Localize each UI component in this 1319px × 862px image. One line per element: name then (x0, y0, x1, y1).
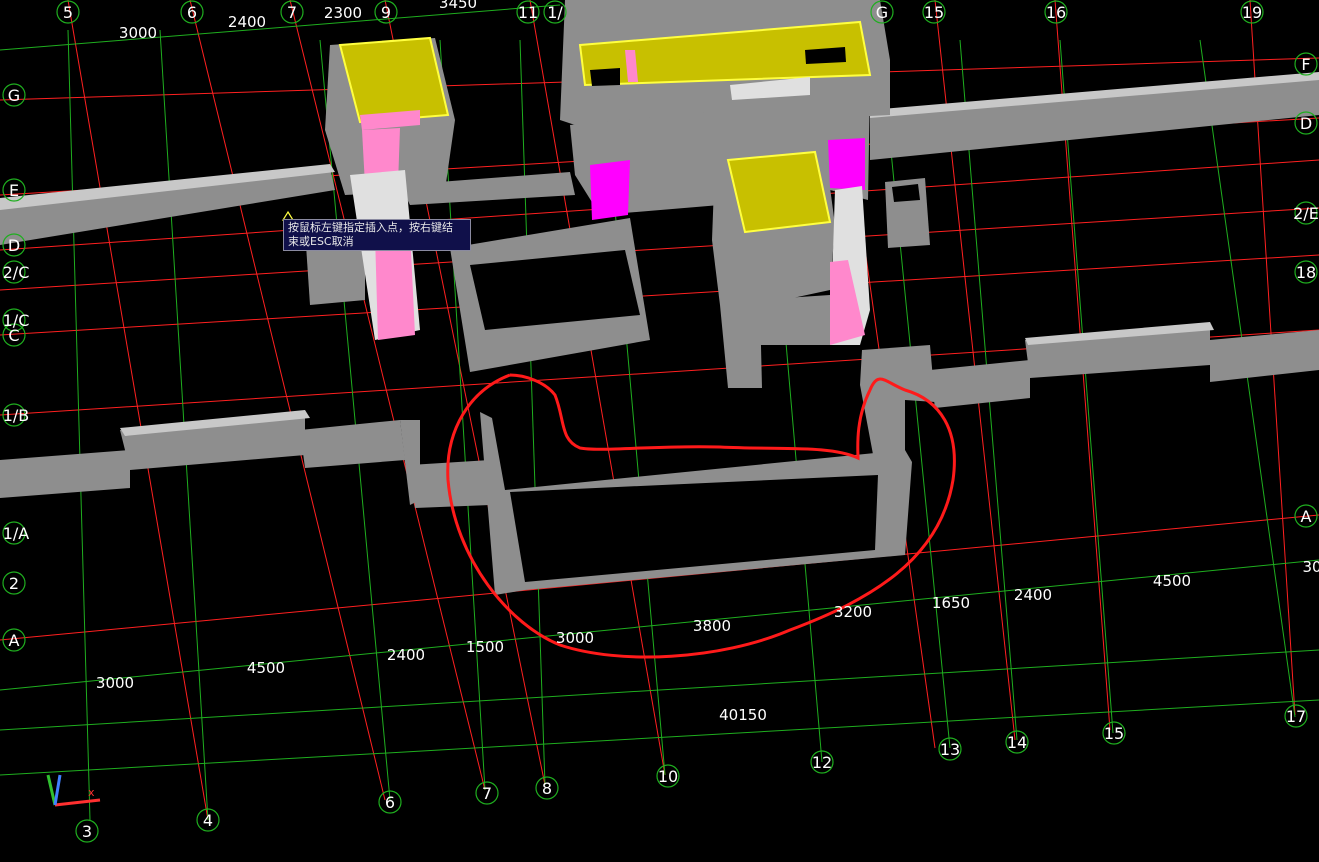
dimension-text: 2300 (324, 4, 362, 22)
command-tooltip: 按鼠标左键指定插入点，按右键结 束或ESC取消 (283, 219, 471, 251)
dimension-text: 3200 (834, 603, 872, 621)
axis-label-left: D (8, 236, 20, 255)
axis-label-top: 9 (381, 3, 391, 22)
axis-label-right: F (1301, 55, 1310, 74)
dimension-text: 3800 (693, 617, 731, 635)
axis-label-left: G (8, 86, 20, 105)
cad-3d-viewport[interactable]: 5 6 7 9 11 1/ G 15 16 19 G E D 2/C 1/C C… (0, 0, 1319, 862)
axis-label-top: 15 (924, 3, 944, 22)
axis-label-bottom: 6 (385, 793, 395, 812)
axis-label-top: 16 (1046, 3, 1066, 22)
dimension-total: 40150 (719, 706, 767, 724)
ucs-x-label: x (88, 786, 95, 799)
dimension-text: 1650 (932, 594, 970, 612)
dimension-text: 3450 (439, 0, 477, 12)
axis-label-bottom: 17 (1286, 707, 1306, 726)
axis-label-left: A (9, 631, 20, 650)
axis-label-bottom: 3 (82, 822, 92, 841)
dimension-text: 2400 (387, 646, 425, 664)
axis-label-right: D (1300, 114, 1312, 133)
axis-label-top: 6 (187, 3, 197, 22)
axis-label-left: 2/C (3, 263, 30, 282)
axis-label-bottom: 8 (542, 779, 552, 798)
dimension-text: 2400 (1014, 586, 1052, 604)
axis-label-top: 19 (1242, 3, 1262, 22)
axis-label-left: 2 (9, 574, 19, 593)
axis-label-left: E (9, 181, 19, 200)
axis-label-bottom: 4 (203, 811, 213, 830)
axis-label-left: 1/A (3, 524, 30, 543)
dimension-text: 2400 (228, 13, 266, 31)
tooltip-line-1: 按鼠标左键指定插入点，按右键结 (288, 221, 453, 234)
axis-label-top: 11 (518, 3, 538, 22)
axis-label-bottom: 15 (1104, 724, 1124, 743)
dimension-text: 1500 (466, 638, 504, 656)
axis-label-left: C (8, 326, 19, 345)
axis-label-top: G (876, 3, 888, 22)
tooltip-line-2: 束或ESC取消 (288, 235, 354, 248)
dimension-text: 3000 (96, 674, 134, 692)
dimension-text: 30 (1302, 558, 1319, 576)
axis-label-top: 1/ (547, 3, 563, 22)
axis-label-bottom: 13 (940, 740, 960, 759)
axis-label-top: 5 (63, 3, 73, 22)
axis-label-bottom: 10 (658, 767, 678, 786)
axis-label-top: 7 (287, 3, 297, 22)
dimension-text: 3000 (556, 629, 594, 647)
axis-label-bottom: 12 (812, 753, 832, 772)
axis-label-right: 18 (1296, 263, 1316, 282)
axis-label-bottom: 14 (1007, 733, 1027, 752)
dimension-text: 3000 (119, 24, 157, 42)
axis-label-bottom: 7 (482, 784, 492, 803)
axis-label-right: 2/E (1293, 204, 1319, 223)
axis-label-right: A (1301, 507, 1312, 526)
axis-label-left: 1/B (3, 406, 30, 425)
dimension-text: 4500 (1153, 572, 1191, 590)
dimension-text: 4500 (247, 659, 285, 677)
